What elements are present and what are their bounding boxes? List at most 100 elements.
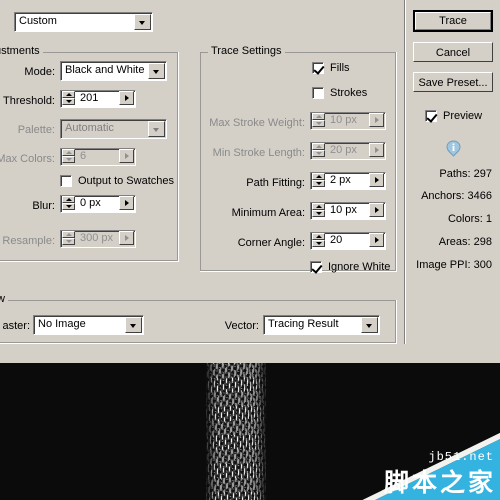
info-icon — [446, 140, 461, 157]
blur-value: 0 px — [80, 197, 101, 209]
resample-label: Resample: — [2, 235, 55, 247]
palette-label: Palette: — [17, 124, 55, 136]
fills-label: Fills — [330, 62, 350, 74]
blur-slider-button[interactable] — [119, 196, 134, 210]
corner-angle-stepper[interactable]: 20 — [310, 232, 386, 250]
max-colors-arrows[interactable] — [62, 149, 75, 163]
max-stroke-weight-stepper[interactable]: 10 px — [310, 112, 386, 130]
right-panel-divider-highlight — [405, 0, 406, 344]
chevron-down-icon[interactable] — [134, 14, 151, 30]
checkmark-icon — [313, 63, 325, 75]
threshold-stepper[interactable]: 201 — [60, 90, 136, 108]
traced-noise-band — [206, 363, 266, 500]
palette-dropdown[interactable]: Automatic — [60, 119, 167, 139]
resample-stepper[interactable]: 300 px — [60, 230, 136, 248]
min-stroke-length-value: 20 px — [330, 144, 357, 156]
ignore-white-label: Ignore White — [328, 261, 391, 273]
trace-button[interactable]: Trace — [413, 10, 493, 32]
stepper-down-icon[interactable] — [62, 203, 75, 210]
palette-dropdown-value: Automatic — [65, 122, 114, 134]
checkbox-box[interactable] — [312, 87, 324, 99]
stepper-up-icon[interactable] — [62, 91, 75, 98]
checkbox-box[interactable] — [312, 62, 325, 75]
stat-image-ppi: Image PPI: 300 — [416, 259, 492, 271]
blur-arrows[interactable] — [62, 196, 75, 210]
chevron-down-icon[interactable] — [148, 63, 165, 79]
preset-dropdown-value: Custom — [19, 15, 57, 27]
max-stroke-weight-arrows[interactable] — [312, 113, 325, 127]
mode-dropdown[interactable]: Black and White — [60, 61, 167, 81]
checkbox-box[interactable] — [425, 110, 438, 123]
threshold-arrows[interactable] — [62, 91, 75, 105]
resample-arrows[interactable] — [62, 231, 75, 245]
corner-angle-arrows[interactable] — [312, 233, 325, 247]
blur-stepper[interactable]: 0 px — [60, 195, 136, 213]
stepper-up-icon[interactable] — [62, 231, 75, 238]
noise-band-right-fade — [258, 363, 280, 500]
max-colors-slider-button[interactable] — [119, 149, 134, 163]
watermark-site-name: 脚本之家 — [383, 468, 496, 497]
stepper-up-icon[interactable] — [312, 143, 325, 150]
max-stroke-weight-value: 10 px — [330, 114, 357, 126]
chevron-down-icon[interactable] — [361, 317, 378, 333]
stepper-down-icon[interactable] — [312, 150, 325, 157]
stat-colors: Colors: 1 — [447, 213, 492, 225]
stepper-up-icon[interactable] — [62, 149, 75, 156]
watermark: jb51.net 脚本之家 — [340, 422, 500, 500]
stepper-up-icon[interactable] — [312, 233, 325, 240]
checkbox-box[interactable] — [60, 175, 72, 187]
max-stroke-weight-label: Max Stroke Weight: — [209, 117, 305, 129]
min-stroke-length-arrows[interactable] — [312, 143, 325, 157]
path-fitting-value: 2 px — [330, 174, 351, 186]
stepper-up-icon[interactable] — [312, 203, 325, 210]
minimum-area-arrows[interactable] — [312, 203, 325, 217]
threshold-slider-button[interactable] — [119, 91, 134, 105]
stepper-down-icon[interactable] — [62, 98, 75, 105]
watermark-url: jb51.net — [428, 450, 494, 464]
strokes-label: Strokes — [330, 87, 368, 99]
min-stroke-length-stepper[interactable]: 20 px — [310, 142, 386, 160]
preset-dropdown[interactable]: Custom — [14, 12, 153, 32]
blur-label: Blur: — [32, 200, 55, 212]
cancel-button[interactable]: Cancel — [413, 42, 493, 62]
stepper-up-icon[interactable] — [312, 173, 325, 180]
stepper-down-icon[interactable] — [62, 238, 75, 245]
live-trace-dialog: Custom ustments Mode: Black and White Th… — [0, 0, 500, 363]
raster-label: aster: — [2, 320, 30, 332]
checkbox-box[interactable] — [310, 261, 323, 274]
resample-value: 300 px — [80, 232, 114, 244]
save-preset-button-label: Save Preset... — [418, 77, 488, 89]
raster-dropdown[interactable]: No Image — [33, 315, 144, 335]
checkmark-icon — [426, 111, 438, 123]
path-fitting-label: Path Fitting: — [246, 177, 305, 189]
save-preset-button[interactable]: Save Preset... — [413, 72, 493, 92]
corner-angle-slider-button[interactable] — [369, 233, 384, 247]
chevron-down-icon[interactable] — [125, 317, 142, 333]
vector-dropdown-value: Tracing Result — [268, 318, 339, 330]
screenshot-root: Custom ustments Mode: Black and White Th… — [0, 0, 500, 500]
stepper-down-icon[interactable] — [312, 240, 325, 247]
noise-band-left-fade — [196, 363, 212, 500]
stepper-up-icon[interactable] — [312, 113, 325, 120]
vector-dropdown[interactable]: Tracing Result — [263, 315, 380, 335]
stepper-down-icon[interactable] — [312, 120, 325, 127]
resample-slider-button[interactable] — [119, 231, 134, 245]
trace-button-inner — [415, 12, 491, 30]
max-colors-stepper[interactable]: 6 — [60, 148, 136, 166]
stepper-down-icon[interactable] — [62, 156, 75, 163]
stepper-down-icon[interactable] — [312, 210, 325, 217]
minimum-area-slider-button[interactable] — [369, 203, 384, 217]
stat-anchors: Anchors: 3466 — [421, 190, 492, 202]
path-fitting-stepper[interactable]: 2 px — [310, 172, 386, 190]
document-canvas[interactable]: jb51.net 脚本之家 — [0, 363, 500, 500]
stepper-up-icon[interactable] — [62, 196, 75, 203]
path-fitting-arrows[interactable] — [312, 173, 325, 187]
stepper-down-icon[interactable] — [312, 180, 325, 187]
checkmark-icon — [311, 262, 323, 274]
threshold-value: 201 — [80, 92, 99, 104]
max-stroke-weight-slider-button[interactable] — [369, 113, 384, 127]
path-fitting-slider-button[interactable] — [369, 173, 384, 187]
chevron-down-icon[interactable] — [148, 121, 165, 137]
min-stroke-length-slider-button[interactable] — [369, 143, 384, 157]
minimum-area-stepper[interactable]: 10 px — [310, 202, 386, 220]
